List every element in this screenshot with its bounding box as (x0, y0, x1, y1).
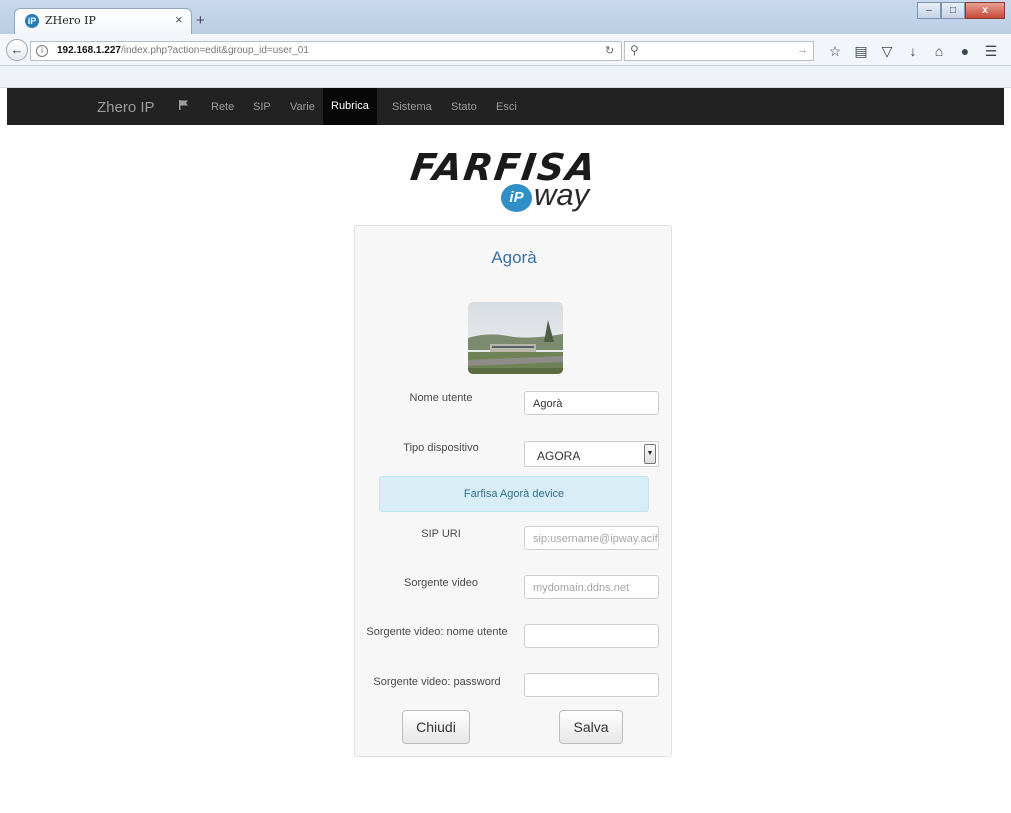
window-controls: – □ x (917, 2, 1005, 19)
reading-list-icon[interactable]: ▤ (852, 42, 870, 60)
ipway-way-text: way (534, 177, 590, 212)
save-button[interactable]: Salva (559, 710, 623, 744)
browser-toolbar: ← i 192.168.1.227/index.php?action=edit&… (0, 34, 1011, 66)
flag-icon[interactable] (179, 100, 188, 110)
tipo-dispositivo-select[interactable]: AGORA ▼ (524, 441, 659, 467)
pocket-icon[interactable]: ▽ (878, 42, 896, 60)
reload-icon[interactable]: ↻ (605, 44, 614, 57)
chevron-down-icon[interactable]: ▼ (644, 444, 656, 464)
maximize-button[interactable]: □ (941, 2, 965, 19)
bookmarks-strip (0, 66, 1011, 88)
sorgente-video-nome-utente-label: Sorgente video: nome utente (366, 626, 508, 638)
download-icon[interactable]: ↓ (904, 42, 922, 60)
page-title: Agorà (491, 248, 537, 267)
sorgente-video-password-input[interactable] (524, 673, 659, 697)
search-icon: ⚲ (630, 43, 639, 57)
sorgente-video-input[interactable]: mydomain.ddns.net (524, 575, 659, 599)
close-button[interactable]: Chiudi (402, 710, 470, 744)
device-info-alert: Farfisa Agorà device (379, 476, 649, 512)
tipo-dispositivo-value: AGORA (537, 449, 581, 463)
favicon-icon: iP (25, 14, 39, 28)
nav-item-sistema[interactable]: Sistema (392, 101, 432, 113)
nav-item-esci[interactable]: Esci (496, 101, 517, 113)
tipo-dispositivo-label: Tipo dispositivo (403, 442, 479, 454)
sorgente-video-label: Sorgente video (404, 577, 478, 589)
url-text: 192.168.1.227/index.php?action=edit&grou… (57, 45, 309, 56)
nav-item-stato[interactable]: Stato (451, 101, 477, 113)
sip-uri-label: SIP URI (421, 528, 461, 540)
tab-title: ZHero IP (45, 14, 96, 27)
back-arrow-icon[interactable]: ← (6, 39, 28, 61)
chat-icon[interactable]: ● (956, 42, 974, 60)
device-photo (468, 302, 563, 374)
browser-tab[interactable]: iP ZHero IP × (14, 8, 192, 34)
home-icon[interactable]: ⌂ (930, 42, 948, 60)
toolbar-icons: ☆ ▤ ▽ ↓ ⌂ ● ☰ (826, 42, 1000, 60)
edit-user-panel: Agorà Nome utente Agorà Tipo dispositivo… (354, 225, 672, 757)
nav-item-sip[interactable]: SIP (253, 101, 271, 113)
info-icon[interactable]: i (36, 45, 48, 57)
sip-uri-input[interactable]: sip:username@ipway.acif (524, 526, 659, 550)
tab-close-icon[interactable]: × (175, 12, 183, 27)
sorgente-video-nome-utente-input[interactable] (524, 624, 659, 648)
url-host: 192.168.1.227 (57, 45, 121, 56)
nav-item-rubrica[interactable]: Rubrica (323, 88, 377, 125)
navbar-brand[interactable]: Zhero IP (97, 99, 155, 116)
landscape-photo-icon (468, 302, 563, 374)
app-navbar: Zhero IP Rete SIP Varie Rubrica Sistema … (7, 88, 1004, 125)
minimize-button[interactable]: – (917, 2, 941, 19)
bookmark-star-icon[interactable]: ☆ (826, 42, 844, 60)
search-go-icon[interactable]: → (797, 44, 808, 56)
nome-utente-label: Nome utente (409, 392, 473, 404)
nome-utente-input[interactable]: Agorà (524, 391, 659, 415)
url-path: /index.php?action=edit&group_id=user_01 (120, 45, 309, 56)
nav-item-varie[interactable]: Varie (290, 101, 315, 113)
sorgente-video-password-label: Sorgente video: password (373, 676, 501, 688)
address-bar[interactable]: i 192.168.1.227/index.php?action=edit&gr… (30, 41, 622, 61)
nav-item-rete[interactable]: Rete (211, 101, 234, 113)
search-bar[interactable]: ⚲ → (624, 41, 814, 61)
browser-titlebar: iP ZHero IP × + – □ x (0, 0, 1011, 34)
new-tab-icon[interactable]: + (196, 12, 205, 29)
menu-icon[interactable]: ☰ (982, 42, 1000, 60)
close-window-button[interactable]: x (965, 2, 1005, 19)
ipway-ip-badge: iP (501, 184, 532, 212)
